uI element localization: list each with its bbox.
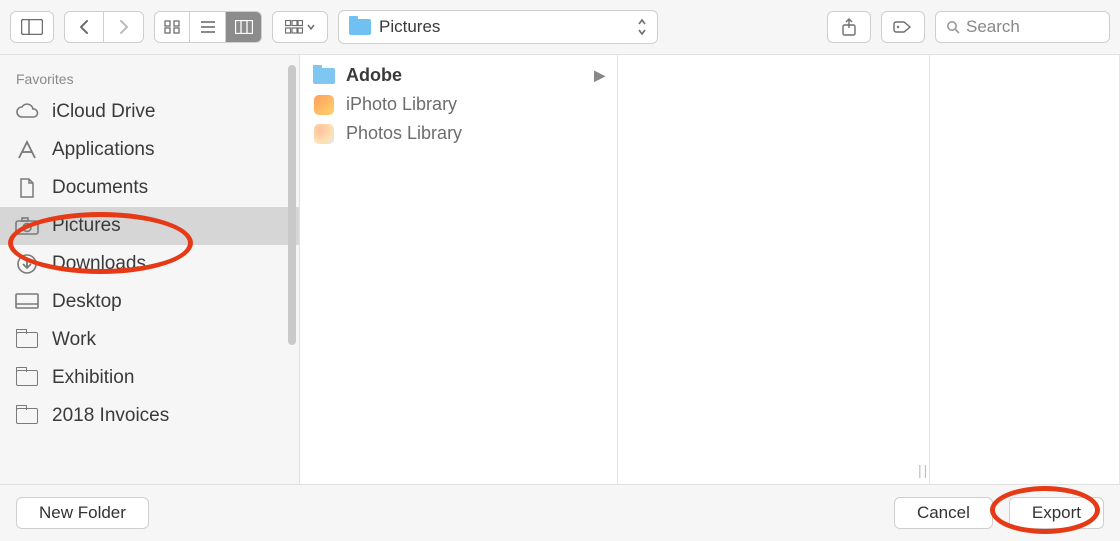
sidebar-item-desktop[interactable]: Desktop bbox=[0, 283, 299, 321]
arrange-button[interactable] bbox=[272, 11, 328, 43]
share-icon bbox=[841, 18, 857, 36]
sidebar-item-exhibition[interactable]: Exhibition bbox=[0, 359, 299, 397]
finder-save-dialog: Pictures Search bbox=[0, 0, 1120, 541]
chevron-down-icon bbox=[307, 24, 315, 30]
tag-icon bbox=[893, 20, 913, 34]
export-button[interactable]: Export bbox=[1009, 497, 1104, 529]
search-input[interactable]: Search bbox=[935, 11, 1110, 43]
sidebar-scrollbar[interactable] bbox=[288, 65, 296, 345]
view-column-button[interactable] bbox=[226, 11, 262, 43]
view-list-button[interactable] bbox=[190, 11, 226, 43]
body: Favorites iCloud Drive Applications Docu… bbox=[0, 55, 1120, 485]
download-icon bbox=[14, 253, 40, 275]
view-mode-buttons bbox=[154, 11, 262, 43]
sidebar-item-label: Exhibition bbox=[52, 367, 134, 389]
sidebar-item-downloads[interactable]: Downloads bbox=[0, 245, 299, 283]
sidebar-item-label: 2018 Invoices bbox=[52, 405, 169, 427]
cloud-icon bbox=[14, 101, 40, 123]
sidebar-item-label: Pictures bbox=[52, 215, 121, 237]
list-item[interactable]: Adobe ▶ bbox=[300, 61, 617, 90]
button-label: Export bbox=[1032, 503, 1081, 523]
share-button[interactable] bbox=[827, 11, 871, 43]
sidebar-item-label: Desktop bbox=[52, 291, 122, 313]
folder-icon bbox=[312, 66, 336, 86]
path-dropdown[interactable]: Pictures bbox=[338, 10, 658, 44]
button-label: Cancel bbox=[917, 503, 970, 523]
sidebar-item-label: Work bbox=[52, 329, 96, 351]
sidebar-item-icloud[interactable]: iCloud Drive bbox=[0, 93, 299, 131]
folder-icon bbox=[349, 19, 371, 35]
column-view: Adobe ▶ iPhoto Library Photos Library || bbox=[300, 55, 1120, 484]
item-label: iPhoto Library bbox=[346, 94, 457, 115]
sidebar-header: Favorites bbox=[0, 63, 299, 93]
sidebar-item-label: Documents bbox=[52, 177, 148, 199]
item-label: Photos Library bbox=[346, 123, 462, 144]
list-icon bbox=[200, 20, 216, 34]
sidebar-icon bbox=[21, 19, 43, 35]
list-item[interactable]: iPhoto Library bbox=[300, 90, 617, 119]
desktop-icon bbox=[14, 291, 40, 313]
footer: New Folder Cancel Export bbox=[0, 485, 1120, 541]
photos-icon bbox=[312, 124, 336, 144]
iphoto-icon bbox=[312, 95, 336, 115]
view-icon-button[interactable] bbox=[154, 11, 190, 43]
sidebar: Favorites iCloud Drive Applications Docu… bbox=[0, 55, 300, 484]
folder-icon bbox=[14, 367, 40, 389]
camera-icon bbox=[14, 215, 40, 237]
column-2[interactable] bbox=[618, 55, 930, 484]
chevron-right-icon: ▶ bbox=[594, 67, 605, 84]
list-item[interactable]: Photos Library bbox=[300, 119, 617, 148]
app-a-icon bbox=[14, 139, 40, 161]
arrange-icon bbox=[285, 20, 303, 34]
column-resize-handle[interactable]: || bbox=[918, 462, 929, 478]
search-placeholder: Search bbox=[966, 17, 1020, 37]
search-icon bbox=[946, 20, 960, 34]
toolbar: Pictures Search bbox=[0, 0, 1120, 55]
sidebar-item-2018-invoices[interactable]: 2018 Invoices bbox=[0, 397, 299, 435]
item-label: Adobe bbox=[346, 65, 402, 86]
chevron-right-icon bbox=[119, 20, 129, 34]
button-label: New Folder bbox=[39, 503, 126, 523]
back-button[interactable] bbox=[64, 11, 104, 43]
sidebar-item-applications[interactable]: Applications bbox=[0, 131, 299, 169]
chevron-left-icon bbox=[79, 20, 89, 34]
grid-icon bbox=[164, 20, 180, 34]
updown-icon bbox=[637, 18, 647, 36]
column-3[interactable] bbox=[930, 55, 1120, 484]
cancel-button[interactable]: Cancel bbox=[894, 497, 993, 529]
tags-button[interactable] bbox=[881, 11, 925, 43]
sidebar-item-label: Applications bbox=[52, 139, 154, 161]
nav-buttons bbox=[64, 11, 144, 43]
folder-icon bbox=[14, 329, 40, 351]
sidebar-item-label: iCloud Drive bbox=[52, 101, 155, 123]
folder-icon bbox=[14, 405, 40, 427]
sidebar-toggle-button[interactable] bbox=[10, 11, 54, 43]
sidebar-item-documents[interactable]: Documents bbox=[0, 169, 299, 207]
sidebar-item-work[interactable]: Work bbox=[0, 321, 299, 359]
column-1[interactable]: Adobe ▶ iPhoto Library Photos Library bbox=[300, 55, 618, 484]
forward-button[interactable] bbox=[104, 11, 144, 43]
new-folder-button[interactable]: New Folder bbox=[16, 497, 149, 529]
path-label: Pictures bbox=[379, 17, 440, 37]
sidebar-item-label: Downloads bbox=[52, 253, 146, 275]
columns-icon bbox=[235, 20, 253, 34]
sidebar-item-pictures[interactable]: Pictures bbox=[0, 207, 299, 245]
document-icon bbox=[14, 177, 40, 199]
